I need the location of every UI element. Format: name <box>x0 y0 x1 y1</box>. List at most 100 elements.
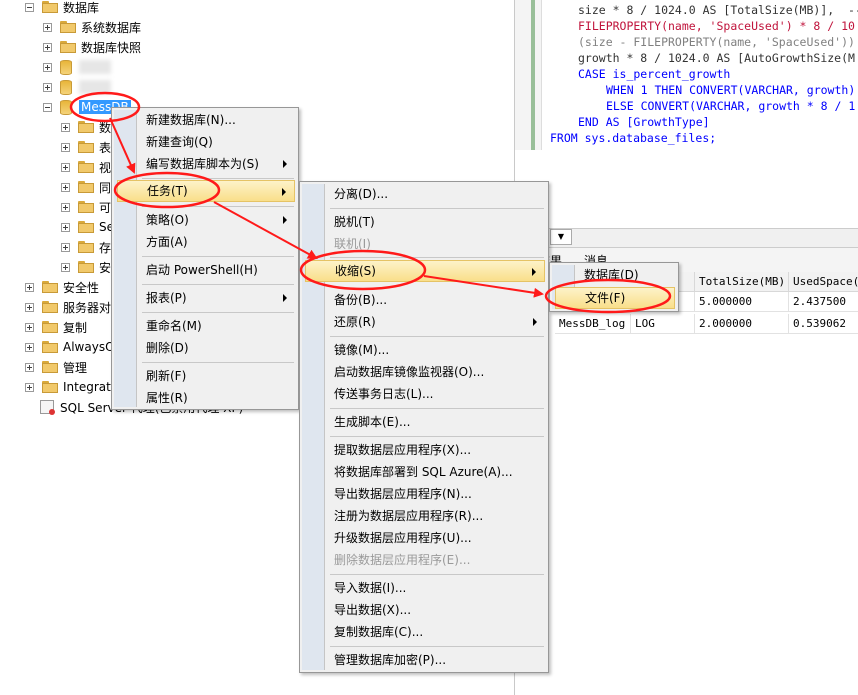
menu-item-mirror[interactable]: 镜像(M)... <box>324 339 545 361</box>
menu-label: 编写数据库脚本为(S) <box>146 157 259 171</box>
expand-icon[interactable] <box>61 162 70 172</box>
tree-node-child[interactable]: 表 <box>61 137 111 157</box>
tree-label: 视 <box>99 160 112 175</box>
menu-item-facets[interactable]: 方面(A) <box>136 231 295 253</box>
tree-node-child[interactable]: 安 <box>61 257 111 277</box>
expand-icon[interactable] <box>61 222 70 232</box>
menu-item-deploy-azure[interactable]: 将数据库部署到 SQL Azure(A)... <box>324 461 545 483</box>
menu-item-new-database[interactable]: 新建数据库(N)... <box>136 109 295 131</box>
grid-cell[interactable]: LOG <box>631 314 695 334</box>
database-context-menu: 新建数据库(N)... 新建查询(Q) 编写数据库脚本为(S) 任务(T) 策略… <box>111 107 299 410</box>
folder-icon <box>78 181 94 193</box>
menu-item-policies[interactable]: 策略(O) <box>136 209 295 231</box>
folder-icon <box>42 1 58 13</box>
menu-label: 还原(R) <box>334 315 376 329</box>
expand-icon[interactable] <box>61 242 70 252</box>
grid-cell[interactable]: 2.000000 <box>695 314 789 334</box>
tree-label: 安 <box>99 260 112 275</box>
expand-icon[interactable] <box>61 142 70 152</box>
expand-icon[interactable] <box>25 302 34 312</box>
expand-icon[interactable] <box>61 202 70 212</box>
code-line: size * 8 / 1024.0 AS [TotalSize(MB)], -- <box>578 3 858 17</box>
menu-item-rename[interactable]: 重命名(M) <box>136 315 295 337</box>
expand-icon[interactable] <box>25 382 34 392</box>
menu-separator <box>330 408 544 409</box>
tree-node-child[interactable]: 可 <box>61 197 111 217</box>
grid-header: TotalSize(MB) <box>695 272 789 292</box>
menu-separator <box>330 336 544 337</box>
menu-item-take-offline[interactable]: 脱机(T) <box>324 211 545 233</box>
tree-node-databases[interactable]: 数据库 <box>25 0 99 17</box>
tree-node-management[interactable]: 管理 <box>25 357 87 377</box>
menu-item-detach[interactable]: 分离(D)... <box>324 183 545 205</box>
menu-item-tasks[interactable]: 任务(T) <box>117 180 295 202</box>
menu-item-shrink-files[interactable]: 文件(F) <box>555 287 675 309</box>
menu-item-shrink[interactable]: 收缩(S) <box>305 260 545 282</box>
menu-item-mirror-monitor[interactable]: 启动数据库镜像监视器(O)... <box>324 361 545 383</box>
menu-item-delete[interactable]: 删除(D) <box>136 337 295 359</box>
menu-item-shrink-database[interactable]: 数据库(D) <box>574 264 675 286</box>
menu-item-reports[interactable]: 报表(P) <box>136 287 295 309</box>
menu-item-log-shipping[interactable]: 传送事务日志(L)... <box>324 383 545 405</box>
tree-node-db-hidden-1[interactable] <box>43 57 111 77</box>
menu-item-manage-encryption[interactable]: 管理数据库加密(P)... <box>324 649 545 671</box>
sql-agent-icon <box>40 400 55 415</box>
menu-item-delete-dac: 删除数据层应用程序(E)... <box>334 553 471 567</box>
zoom-dropdown[interactable]: ▼ <box>550 229 572 245</box>
collapse-icon[interactable] <box>25 2 34 12</box>
tree-node-server-objects[interactable]: 服务器对象 <box>25 297 123 317</box>
tree-node-security[interactable]: 安全性 <box>25 277 99 297</box>
expand-icon[interactable] <box>25 282 34 292</box>
expand-icon[interactable] <box>43 42 52 52</box>
folder-icon <box>60 41 76 53</box>
menu-item-restore[interactable]: 还原(R) <box>324 311 545 333</box>
tree-node-alwayson[interactable]: AlwaysOn <box>25 337 122 357</box>
tree-node-child[interactable]: 存 <box>61 237 111 257</box>
menu-separator <box>142 362 294 363</box>
expand-icon[interactable] <box>61 122 70 132</box>
grid-cell[interactable]: 0.539062 <box>789 314 858 334</box>
menu-item-export-dac[interactable]: 导出数据层应用程序(N)... <box>324 483 545 505</box>
menu-item-refresh[interactable]: 刷新(F) <box>136 365 295 387</box>
expand-icon[interactable] <box>25 322 34 332</box>
menu-item-upgrade-dac[interactable]: 升级数据层应用程序(U)... <box>324 527 545 549</box>
tree-node-db-snapshots[interactable]: 数据库快照 <box>43 37 141 57</box>
folder-icon <box>42 381 58 393</box>
menu-item-properties[interactable]: 属性(R) <box>136 387 295 409</box>
grid-cell[interactable]: 2.437500 <box>789 292 858 312</box>
tree-label: 管理 <box>63 360 88 375</box>
expand-icon[interactable] <box>25 342 34 352</box>
menu-separator <box>142 312 294 313</box>
folder-icon <box>42 301 58 313</box>
expand-icon[interactable] <box>61 262 70 272</box>
grid-cell[interactable]: MessDB_log <box>555 314 631 334</box>
tree-node-replication[interactable]: 复制 <box>25 317 87 337</box>
expand-icon[interactable] <box>25 362 34 372</box>
results-grid: TotalSize(MB) UsedSpace(M 5.000000 2.437… <box>514 272 858 695</box>
redacted-label <box>79 60 111 74</box>
tree-node-system-databases[interactable]: 系统数据库 <box>43 17 141 37</box>
tree-node-child[interactable]: 视 <box>61 157 111 177</box>
menu-item-copy-database[interactable]: 复制数据库(C)... <box>324 621 545 643</box>
menu-item-new-query[interactable]: 新建查询(Q) <box>136 131 295 153</box>
tree-node-child[interactable]: Se <box>61 217 114 237</box>
menu-item-generate-scripts[interactable]: 生成脚本(E)... <box>324 411 545 433</box>
shrink-submenu: 数据库(D) 文件(F) <box>549 262 679 312</box>
menu-item-powershell[interactable]: 启动 PowerShell(H) <box>136 259 295 281</box>
menu-item-extract-dac[interactable]: 提取数据层应用程序(X)... <box>324 439 545 461</box>
expand-icon[interactable] <box>61 182 70 192</box>
collapse-icon[interactable] <box>43 102 52 112</box>
tree-node-child[interactable]: 数 <box>61 117 111 137</box>
tree-label: 存 <box>99 240 112 255</box>
expand-icon[interactable] <box>43 82 52 92</box>
tree-node-db-hidden-2[interactable] <box>43 77 111 97</box>
menu-item-backup[interactable]: 备份(B)... <box>324 289 545 311</box>
menu-item-import-data[interactable]: 导入数据(I)... <box>324 577 545 599</box>
menu-item-register-dac[interactable]: 注册为数据层应用程序(R)... <box>324 505 545 527</box>
expand-icon[interactable] <box>43 22 52 32</box>
tree-node-child[interactable]: 同 <box>61 177 111 197</box>
menu-item-script-database[interactable]: 编写数据库脚本为(S) <box>136 153 295 175</box>
expand-icon[interactable] <box>43 62 52 72</box>
grid-cell[interactable]: 5.000000 <box>695 292 789 312</box>
menu-item-export-data[interactable]: 导出数据(X)... <box>324 599 545 621</box>
